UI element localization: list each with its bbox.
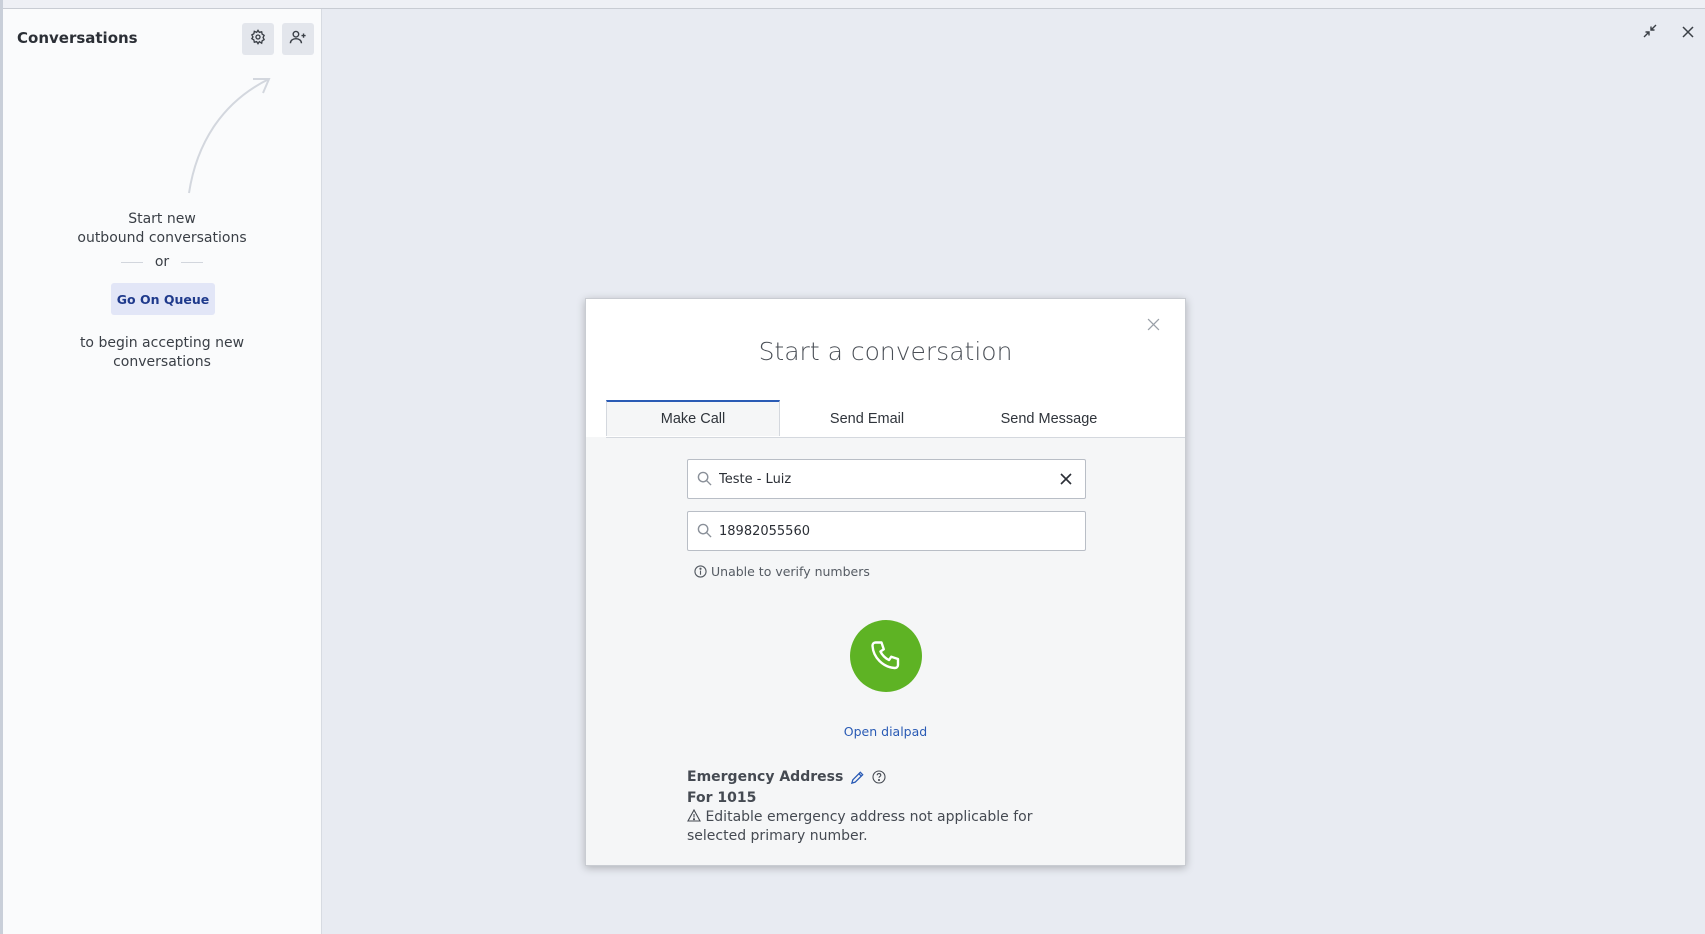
new-conversation-button[interactable] bbox=[282, 23, 314, 55]
top-divider bbox=[0, 0, 1705, 9]
dialog-close-button[interactable] bbox=[1143, 315, 1163, 335]
queue-line-1: to begin accepting new bbox=[79, 335, 245, 351]
dialog-header: Start a conversation Make Call Send Emai… bbox=[586, 299, 1185, 438]
dialog-title: Start a conversation bbox=[758, 337, 1013, 366]
tab-send-message[interactable]: Send Message bbox=[956, 401, 1142, 436]
verify-hint-text: Unable to verify numbers bbox=[711, 564, 870, 579]
start-conversation-dialog: Start a conversation Make Call Send Emai… bbox=[585, 298, 1186, 866]
clear-contact-button[interactable] bbox=[1057, 470, 1075, 488]
call-button[interactable] bbox=[850, 620, 922, 692]
contact-search-input[interactable] bbox=[719, 460, 1039, 498]
emergency-note-text: Editable emergency address not applicabl… bbox=[687, 809, 1033, 844]
divider-line bbox=[120, 261, 143, 263]
help-icon[interactable] bbox=[872, 770, 886, 784]
open-dialpad-text[interactable]: Open dialpad bbox=[844, 724, 927, 739]
number-input[interactable] bbox=[719, 512, 1039, 550]
phone-icon bbox=[868, 638, 904, 674]
settings-button[interactable] bbox=[242, 23, 274, 55]
search-icon bbox=[697, 471, 712, 490]
close-icon bbox=[1147, 316, 1160, 335]
open-dialpad-link[interactable]: Open dialpad bbox=[586, 724, 1185, 739]
close-icon bbox=[1682, 23, 1694, 42]
conversations-sidebar: Conversations Start new outbound convers… bbox=[3, 9, 322, 934]
pencil-icon[interactable] bbox=[850, 770, 865, 785]
minimize-icon bbox=[1643, 23, 1657, 42]
close-window-button[interactable] bbox=[1678, 22, 1698, 42]
or-text: or bbox=[154, 254, 170, 270]
info-icon bbox=[694, 565, 707, 578]
emergency-address-heading: Emergency Address bbox=[687, 769, 886, 785]
verify-hint: Unable to verify numbers bbox=[694, 564, 870, 579]
conversation-tabs: Make Call Send Email Send Message bbox=[606, 400, 1185, 438]
warning-icon bbox=[687, 808, 701, 827]
prompt-line-2: outbound conversations bbox=[77, 230, 247, 246]
divider-line bbox=[181, 261, 204, 263]
tab-send-email[interactable]: Send Email bbox=[778, 401, 956, 436]
gear-icon bbox=[250, 29, 266, 49]
prompt-line-1: Start new bbox=[128, 211, 196, 227]
add-user-icon bbox=[289, 29, 307, 49]
hint-arrow bbox=[179, 71, 279, 200]
clear-icon bbox=[1060, 473, 1072, 485]
tab-make-call[interactable]: Make Call bbox=[606, 400, 780, 436]
sidebar-title: Conversations bbox=[17, 29, 138, 47]
emergency-address-note: Editable emergency address not applicabl… bbox=[687, 808, 1087, 845]
queue-line-2: conversations bbox=[113, 354, 211, 370]
contact-search-field[interactable] bbox=[687, 459, 1086, 499]
go-on-queue-button[interactable]: Go On Queue bbox=[111, 283, 215, 315]
minimize-button[interactable] bbox=[1640, 22, 1660, 42]
app-root: Conversations Start new outbound convers… bbox=[0, 0, 1705, 934]
number-search-field[interactable] bbox=[687, 511, 1086, 551]
search-icon bbox=[697, 523, 712, 542]
emergency-address-for: For 1015 bbox=[687, 790, 757, 806]
emergency-address-title: Emergency Address bbox=[687, 769, 844, 785]
or-divider: or bbox=[3, 254, 321, 270]
